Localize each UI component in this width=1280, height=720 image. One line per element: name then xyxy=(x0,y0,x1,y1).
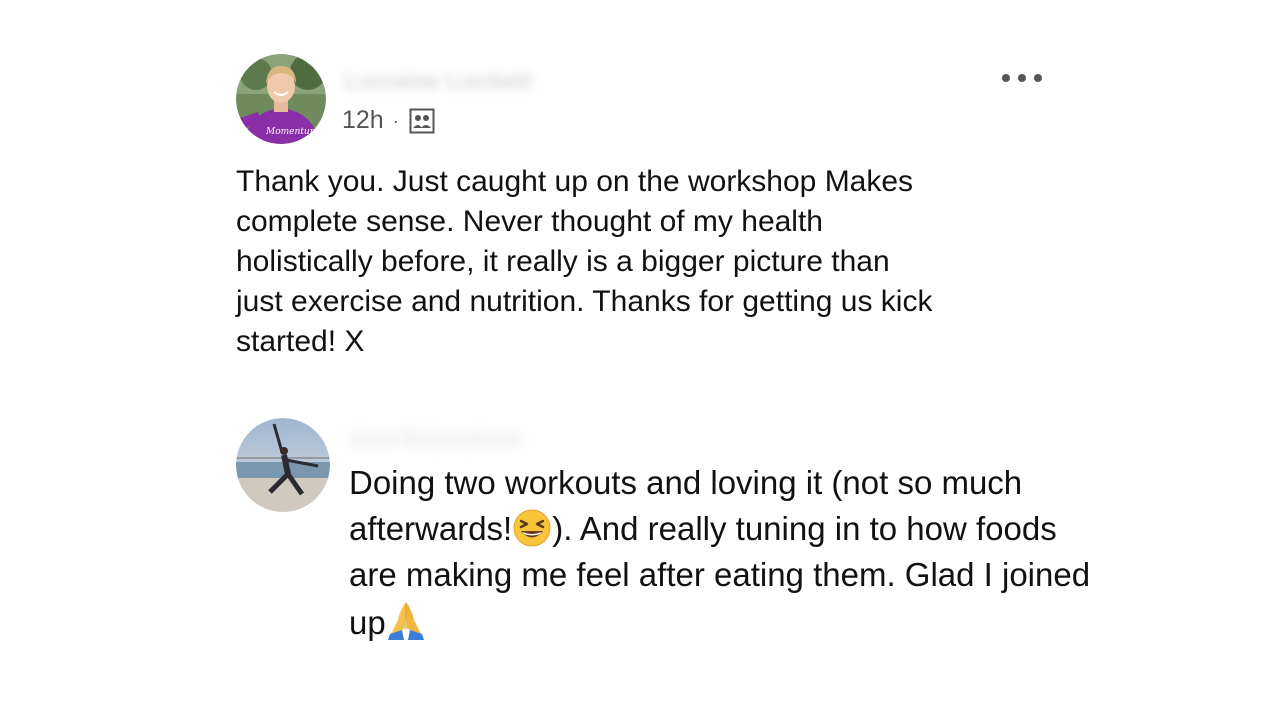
group-audience-icon[interactable] xyxy=(409,108,435,134)
folded-hands-icon xyxy=(386,598,426,640)
comment-author-name[interactable]: Lisa Richardson xyxy=(350,426,610,452)
feed-page: Momentum Lorraine Lockett 12h · Thank yo… xyxy=(0,0,1280,720)
post-text: Thank you. Just caught up on the worksho… xyxy=(236,165,933,358)
comment-text: Doing two workouts and loving it (not so… xyxy=(349,460,1109,646)
post-meta: 12h · xyxy=(342,106,435,135)
post-timestamp[interactable]: 12h xyxy=(342,106,384,135)
svg-text:Momentum: Momentum xyxy=(265,127,318,137)
more-options-icon[interactable] xyxy=(1002,68,1042,88)
post-author-avatar[interactable]: Momentum xyxy=(236,54,326,144)
post-author-name[interactable]: Lorraine Lockett xyxy=(344,68,564,95)
meta-separator: · xyxy=(392,110,399,131)
grinning-squinting-face-icon xyxy=(512,508,552,548)
comment-author-avatar[interactable] xyxy=(236,418,330,512)
